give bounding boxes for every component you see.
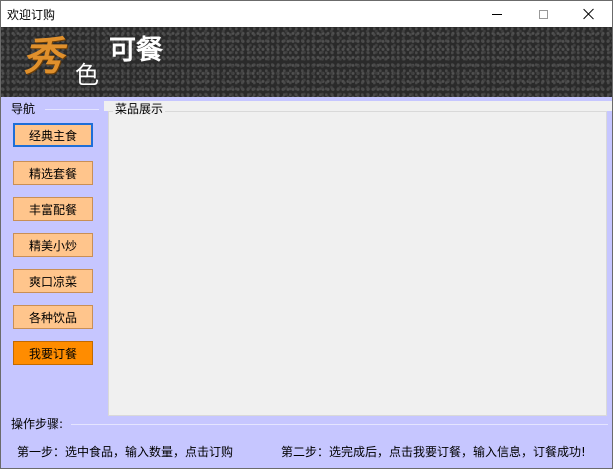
maximize-button[interactable] [520,1,566,27]
order-button[interactable]: 我要订餐 [13,341,93,365]
minimize-button[interactable] [474,1,520,27]
logo-big-char: 秀 [23,33,63,80]
title-bar[interactable]: 欢迎订购 [1,1,612,27]
close-icon [583,8,595,20]
nav-button-side-dishes[interactable]: 丰富配餐 [13,197,93,221]
minimize-icon [492,13,502,15]
app-window: 欢迎订购 秀 色 可餐 导航 经典主食 精选套餐 丰富配餐 精美小炒 爽口凉菜 … [0,0,613,469]
nav-caption: 导航 [9,102,38,116]
nav-button-classic-staples[interactable]: 经典主食 [13,123,93,147]
step-two-text: 第二步：选完成后，点击我要订餐，输入信息，订餐成功! [281,445,586,459]
close-button[interactable] [566,1,612,27]
step-one-text: 第一步：选中食品，输入数量，点击订购 [17,445,234,459]
nav-button-stir-fry[interactable]: 精美小炒 [13,233,93,257]
dish-display-caption: 菜品展示 [113,102,166,116]
window-title: 欢迎订购 [7,8,56,22]
nav-group-border [45,109,99,110]
logo-small-char: 色 [75,61,99,89]
banner: 秀 色 可餐 [1,27,612,97]
nav-group: 导航 经典主食 精选套餐 丰富配餐 精美小炒 爽口凉菜 各种饮品 我要订餐 [5,101,99,409]
steps-divider [71,424,608,425]
nav-button-set-meals[interactable]: 精选套餐 [13,161,93,185]
maximize-icon [538,9,548,19]
nav-button-cold-dishes[interactable]: 爽口凉菜 [13,269,93,293]
steps-caption: 操作步骤: [11,417,64,431]
logo-text: 可餐 [109,35,163,66]
dish-display-panel[interactable] [108,111,607,416]
nav-button-drinks[interactable]: 各种饮品 [13,305,93,329]
dish-display-header [104,101,612,111]
